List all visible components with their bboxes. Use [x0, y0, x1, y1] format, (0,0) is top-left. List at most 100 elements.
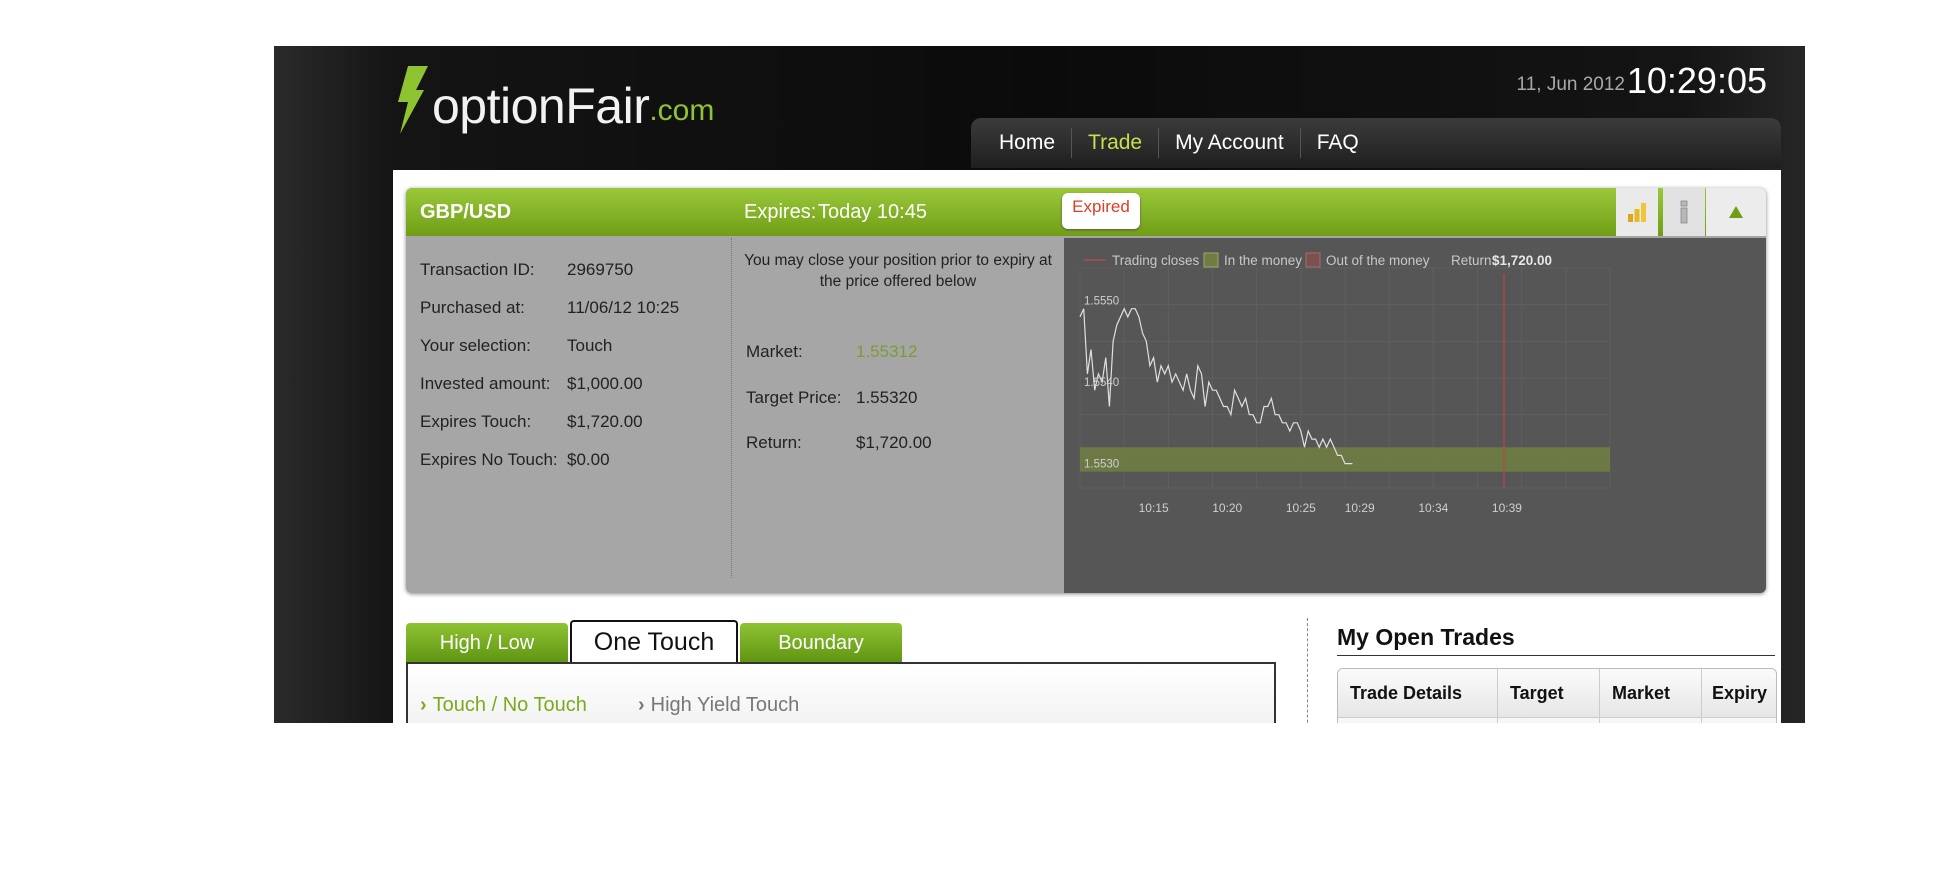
- detail-value: 11/06/12 10:25: [567, 298, 680, 317]
- table-row: [1338, 718, 1776, 723]
- x-tick-label: 10:20: [1212, 501, 1242, 515]
- target-label: Target Price:: [746, 388, 842, 407]
- logo-text: optionFair: [432, 78, 650, 134]
- close-position-panel: You may close your position prior to exp…: [731, 238, 1064, 578]
- detail-value: $1,000.00: [567, 374, 643, 393]
- detail-value: 2969750: [567, 260, 634, 279]
- chevron-right-icon: ›: [420, 694, 427, 716]
- expires-label: Expires:: [744, 201, 817, 223]
- price-line: [1079, 307, 1353, 465]
- trade-details: Transaction ID: 2969750 Purchased at: 11…: [420, 260, 679, 488]
- open-trades-title: My Open Trades: [1337, 624, 1775, 656]
- target-row: Target Price: 1.55320: [746, 388, 917, 408]
- subtab-label: High Yield Touch: [650, 694, 800, 716]
- app-frame: optionFair .com 11, Jun 2012 10:29:05 Ho…: [274, 46, 1805, 723]
- chart-return-label: Return:: [1451, 253, 1495, 268]
- detail-row: Purchased at: 11/06/12 10:25: [420, 298, 679, 336]
- column-expiry[interactable]: Expiry: [1702, 669, 1776, 717]
- detail-row: Expires Touch: $1,720.00: [420, 412, 679, 450]
- chart-legend: Trading closes In the money Out of the m…: [1084, 252, 1552, 268]
- nav-faq[interactable]: FAQ: [1301, 128, 1375, 158]
- x-tick-label: 10:29: [1345, 501, 1375, 515]
- subtab-label: Touch / No Touch: [432, 694, 587, 716]
- detail-label: Expires No Touch:: [420, 450, 558, 469]
- detail-label: Purchased at:: [420, 298, 525, 317]
- lightning-bolt-icon: [398, 66, 428, 134]
- detail-row: Your selection: Touch: [420, 336, 679, 374]
- chart-return-value: $1,720.00: [1492, 253, 1552, 268]
- x-tick-label: 10:15: [1139, 501, 1169, 515]
- detail-label: Transaction ID:: [420, 260, 535, 279]
- subtab-touch-no-touch[interactable]: › Touch / No Touch: [420, 694, 587, 717]
- detail-label: Invested amount:: [420, 374, 551, 393]
- status-badge: Expired: [1062, 193, 1140, 229]
- subtab-high-yield-touch[interactable]: › High Yield Touch: [638, 694, 799, 717]
- y-tick-label: 1.5540: [1084, 377, 1119, 389]
- table-cell: [1702, 718, 1776, 723]
- chart-view-button[interactable]: [1616, 188, 1658, 236]
- column-target[interactable]: Target: [1498, 669, 1600, 717]
- detail-label: Expires Touch:: [420, 412, 532, 431]
- legend-in-the-money: In the money: [1224, 253, 1302, 268]
- current-date: 11, Jun 2012: [1516, 74, 1625, 95]
- legend-out-of-the-money: Out of the money: [1326, 253, 1430, 268]
- triangle-up-icon: [1729, 206, 1743, 218]
- column-trade-details[interactable]: Trade Details: [1338, 669, 1498, 717]
- table-cell: [1600, 718, 1702, 723]
- x-tick-label: 10:39: [1492, 501, 1522, 515]
- site-logo[interactable]: optionFair .com: [394, 66, 714, 136]
- close-position-message: You may close your position prior to exp…: [744, 252, 1052, 290]
- detail-value: $0.00: [567, 450, 610, 469]
- open-trades-table: Trade Details Target Market Expiry: [1337, 668, 1777, 723]
- chevron-right-icon: ›: [638, 694, 645, 716]
- nav-home[interactable]: Home: [983, 128, 1073, 158]
- option-type-tabs: High / Low One Touch Boundary: [406, 619, 904, 663]
- column-market[interactable]: Market: [1600, 669, 1702, 717]
- expires-value: Today 10:45: [818, 201, 927, 223]
- logo-suffix: .com: [649, 94, 715, 127]
- out-of-the-money-swatch: [1305, 252, 1321, 268]
- market-label: Market:: [746, 342, 803, 361]
- nav-my-account[interactable]: My Account: [1159, 128, 1301, 158]
- detail-row: Expires No Touch: $0.00: [420, 450, 679, 488]
- x-axis-ticks: 10:15 10:20 10:25 10:29 10:34 10:39: [1139, 501, 1523, 515]
- detail-row: Invested amount: $1,000.00: [420, 374, 679, 412]
- in-the-money-swatch: [1203, 252, 1219, 268]
- info-button[interactable]: [1663, 188, 1705, 236]
- bar-chart-icon: [1628, 203, 1646, 222]
- trade-header: GBP/USD Expires: Today 10:45 Expired: [406, 188, 1766, 236]
- return-value: $1,720.00: [856, 433, 932, 452]
- nav-trade[interactable]: Trade: [1072, 128, 1160, 158]
- detail-label: Your selection:: [420, 336, 531, 355]
- tab-high-low[interactable]: High / Low: [406, 623, 568, 663]
- tab-one-touch[interactable]: One Touch: [570, 620, 738, 663]
- table-header: Trade Details Target Market Expiry: [1338, 669, 1776, 718]
- detail-row: Transaction ID: 2969750: [420, 260, 679, 298]
- detail-value: $1,720.00: [567, 412, 643, 431]
- target-value: 1.55320: [856, 388, 918, 407]
- trade-panel: GBP/USD Expires: Today 10:45 Expired Tra…: [406, 188, 1766, 593]
- table-cell: [1498, 718, 1600, 723]
- detail-value: Touch: [567, 336, 613, 355]
- info-icon: [1680, 200, 1688, 224]
- main-nav: Home Trade My Account FAQ: [971, 118, 1781, 168]
- current-time: 10:29:05: [1626, 60, 1767, 101]
- tab-boundary[interactable]: Boundary: [740, 623, 902, 663]
- y-axis-ticks: 1.5550 1.5540 1.5530: [1084, 296, 1119, 471]
- chart-svg: 1.55501.55401.5530 10:15 10:20 10:25 10:29 1…: [1079, 252, 1611, 515]
- market-row: Market: 1.55312: [746, 342, 917, 362]
- x-tick-label: 10:25: [1286, 501, 1316, 515]
- content-panel: GBP/USD Expires: Today 10:45 Expired Tra…: [393, 170, 1781, 723]
- collapse-button[interactable]: [1706, 188, 1766, 236]
- asset-name: GBP/USD: [420, 201, 512, 223]
- return-row: Return: $1,720.00: [746, 433, 932, 453]
- legend-trading-closes: Trading closes: [1112, 253, 1200, 268]
- table-cell: [1338, 718, 1498, 723]
- price-chart[interactable]: 1.5550 1.5540 1.5530 10:15 10:20 10:25 10:29 1…: [1064, 238, 1766, 593]
- in-the-money-band: [1080, 447, 1610, 472]
- x-tick-label: 10:34: [1418, 501, 1448, 515]
- tab-content: › Touch / No Touch › High Yield Touch: [406, 662, 1276, 723]
- return-label: Return:: [746, 433, 802, 452]
- market-value: 1.55312: [856, 342, 918, 361]
- y-tick-label: 1.5550: [1084, 296, 1119, 308]
